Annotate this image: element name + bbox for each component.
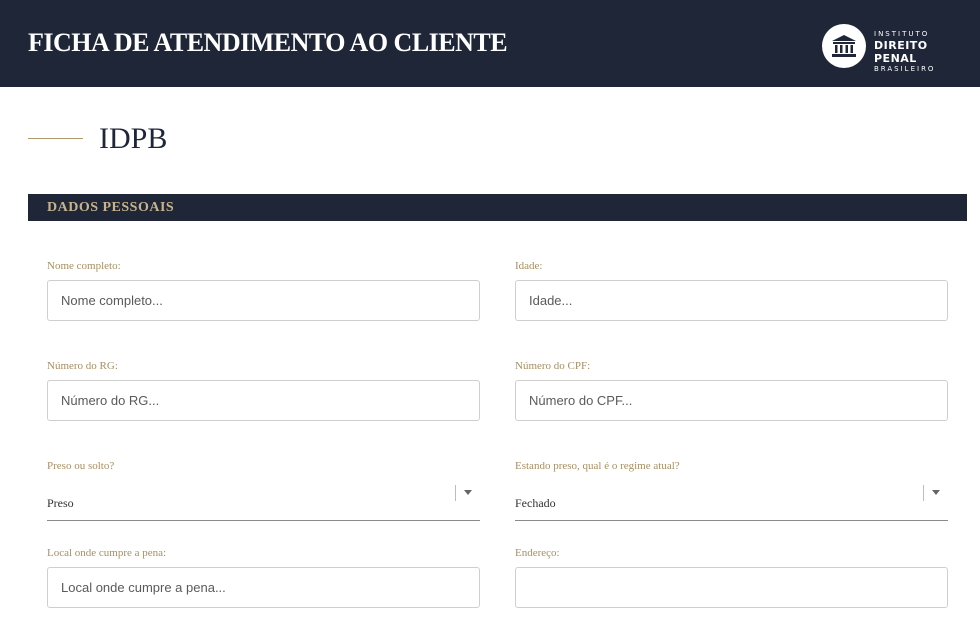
endereco-input[interactable] xyxy=(515,567,948,608)
local-input[interactable] xyxy=(47,567,480,608)
endereco-label: Endereço: xyxy=(515,547,560,559)
cpf-label: Número do CPF: xyxy=(515,360,591,372)
regime-select[interactable]: Fechado xyxy=(515,485,948,521)
idade-label: Idade: xyxy=(515,260,543,272)
select-separator xyxy=(923,485,924,501)
local-label: Local onde cumpre a pena: xyxy=(47,547,167,559)
logo-line-direito-penal: DIREITO PENAL xyxy=(874,39,928,65)
cpf-input[interactable] xyxy=(515,380,948,421)
form-title: FICHA DE ATENDIMENTO AO CLIENTE xyxy=(28,28,508,57)
rg-label: Número do RG: xyxy=(47,360,118,372)
preso-select[interactable]: Preso xyxy=(47,485,480,521)
nome-input[interactable] xyxy=(47,280,480,321)
section-title: DADOS PESSOAIS xyxy=(47,200,175,215)
courthouse-icon xyxy=(832,35,856,57)
page-heading: IDPB xyxy=(99,122,168,155)
rg-input[interactable] xyxy=(47,380,480,421)
header-bar: FICHA DE ATENDIMENTO AO CLIENTE INSTITUT… xyxy=(0,0,980,87)
logo-line-brasileiro: BRASILEIRO xyxy=(874,65,936,73)
logo-line-instituto: INSTITUTO xyxy=(874,30,930,38)
regime-label: Estando preso, qual é o regime atual? xyxy=(515,460,680,472)
idpb-logo[interactable]: INSTITUTO DIREITO PENAL BRASILEIRO xyxy=(822,24,972,73)
idade-input[interactable] xyxy=(515,280,948,321)
heading-rule xyxy=(28,138,83,139)
nome-label: Nome completo: xyxy=(47,260,121,272)
chevron-down-icon[interactable] xyxy=(932,490,940,495)
regime-select-value: Fechado xyxy=(515,496,556,510)
chevron-down-icon[interactable] xyxy=(464,490,472,495)
logo-text: INSTITUTO DIREITO PENAL BRASILEIRO xyxy=(874,30,972,74)
logo-badge xyxy=(822,24,866,68)
preso-label: Preso ou solto? xyxy=(47,460,115,472)
select-separator xyxy=(455,485,456,501)
preso-select-value: Preso xyxy=(47,496,74,510)
section-bar: DADOS PESSOAIS xyxy=(28,194,967,221)
